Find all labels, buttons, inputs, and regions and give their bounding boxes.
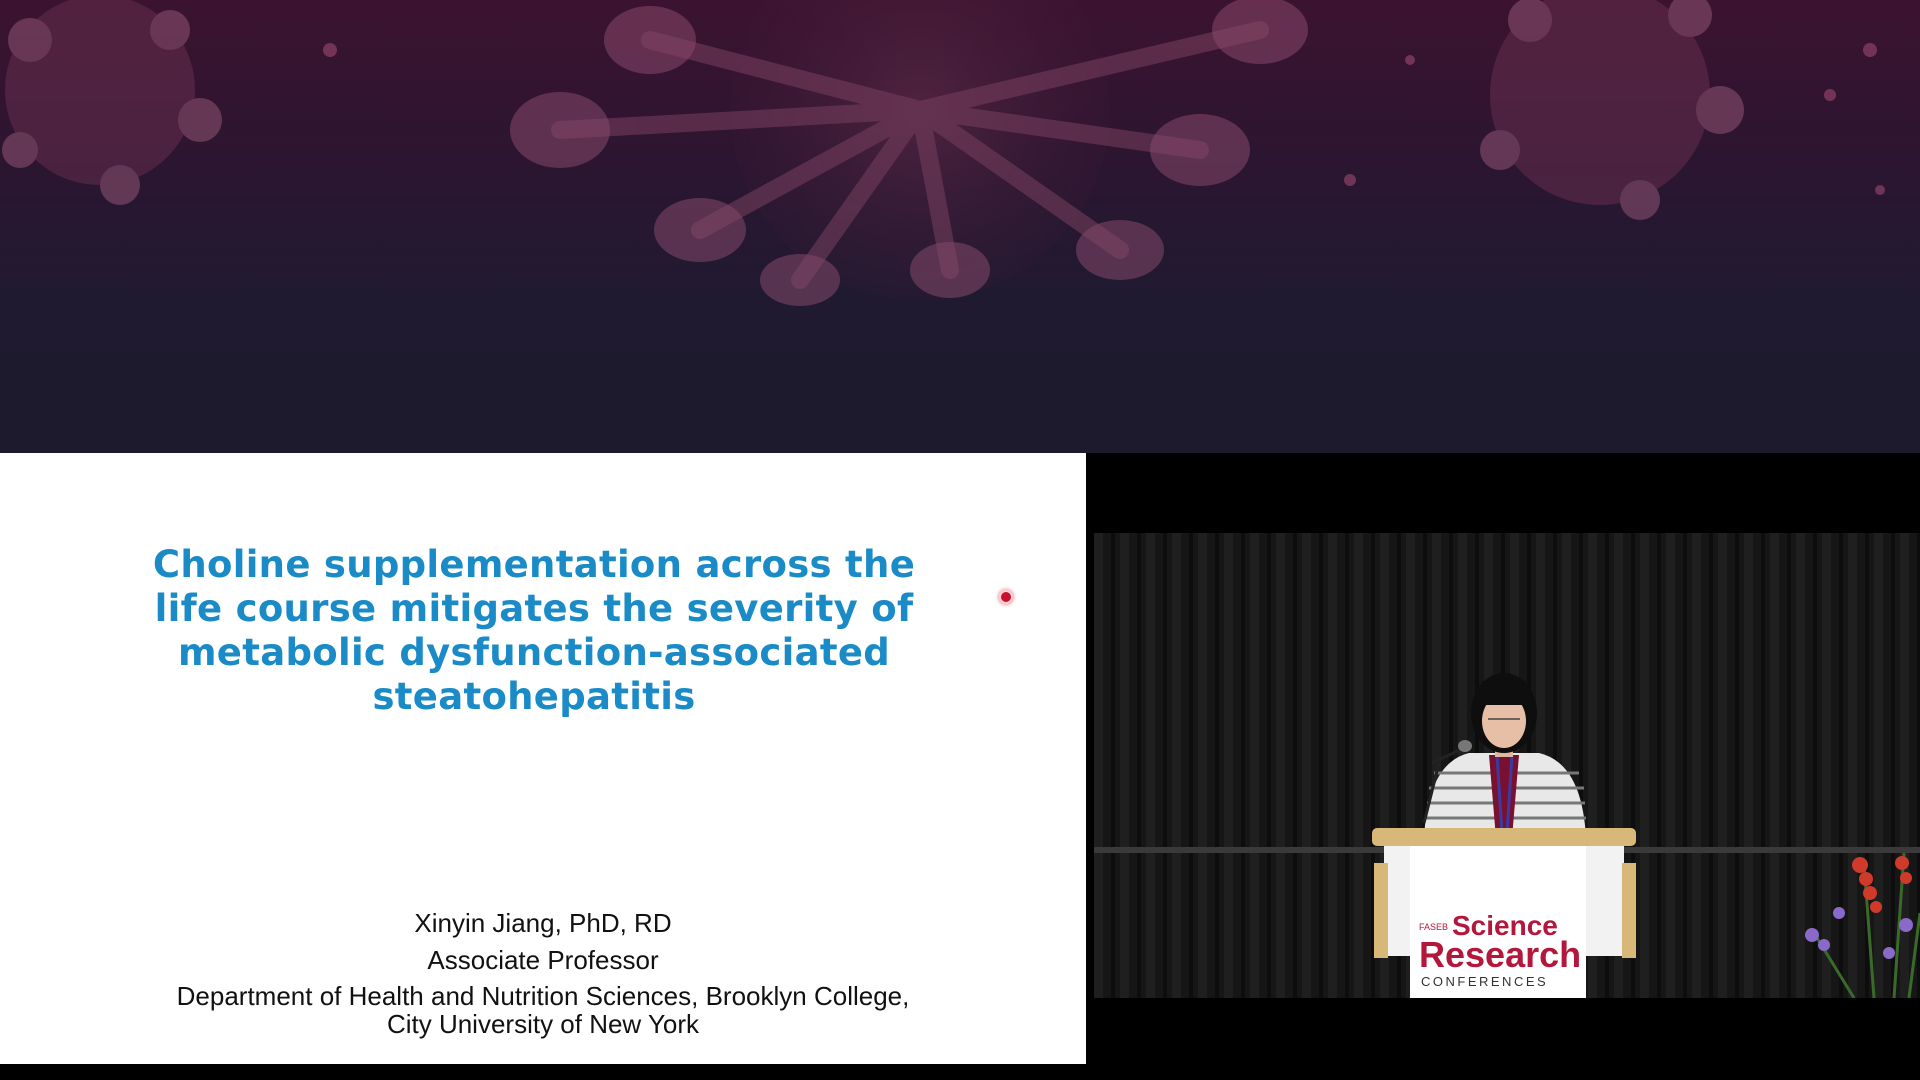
- header-banner: [0, 0, 1920, 453]
- speaker-role: Associate Professor: [427, 945, 659, 975]
- podium-sign-line2: Research: [1419, 934, 1581, 975]
- slide-title-line: Choline supplementation across the: [152, 543, 916, 586]
- affiliation-line: Department of Health and Nutrition Scien…: [176, 981, 910, 1011]
- speaker-info: Xinyin Jiang, PhD, RD Associate Professo…: [100, 905, 986, 1038]
- virus-background-illustration: [2, 0, 1885, 306]
- slide-title-line: steatohepatitis: [372, 675, 696, 718]
- stage-scene: FASEB Science Research CONFERENCES: [1094, 533, 1920, 998]
- slide-title-line: life course mitigates the severity of: [154, 587, 914, 630]
- affiliation-line: City University of New York: [386, 1009, 700, 1039]
- laser-pointer-dot: [999, 590, 1013, 604]
- speaker-name: Xinyin Jiang, PhD, RD: [414, 908, 672, 938]
- speaker-affiliation: Department of Health and Nutrition Scien…: [100, 982, 986, 1038]
- virus-shape-right: [1480, 0, 1744, 220]
- podium-sign-line3: CONFERENCES: [1421, 974, 1548, 989]
- slide-title: Choline supplementation across the life …: [100, 543, 968, 719]
- slide-title-line: metabolic dysfunction-associated: [177, 631, 891, 674]
- bottom-letterbox: [0, 1064, 1920, 1080]
- presentation-slide: Choline supplementation across the life …: [0, 453, 1086, 1064]
- speaker-camera-panel: FASEB Science Research CONFERENCES: [1086, 453, 1920, 1064]
- virus-shape-large: [510, 0, 1308, 306]
- speaker-video-feed: FASEB Science Research CONFERENCES: [1094, 533, 1920, 998]
- podium-sign-org: FASEB: [1419, 922, 1448, 932]
- virus-shape-left: [2, 0, 222, 205]
